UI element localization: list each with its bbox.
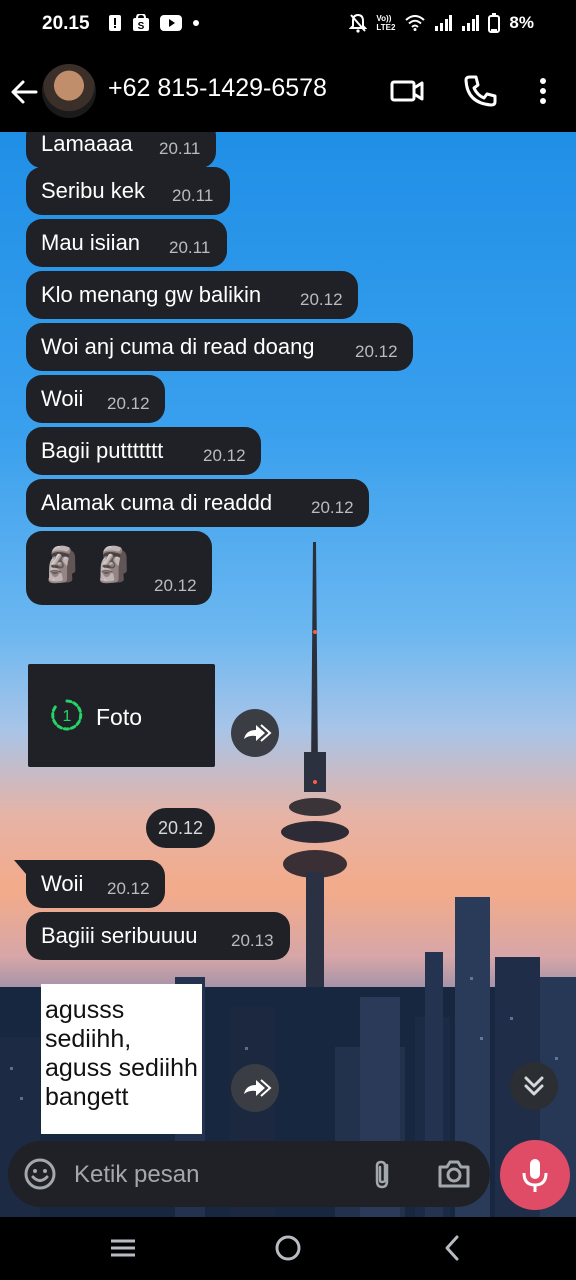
message-time: 20.12 <box>355 342 398 361</box>
voice-message-button[interactable] <box>500 1140 570 1210</box>
message-time: 20.11 <box>172 186 214 205</box>
svg-text:S: S <box>138 21 145 32</box>
message-bubble[interactable]: Bagii puttttttt 20.12 <box>26 427 261 475</box>
battery-icon <box>488 13 501 33</box>
system-nav-bar <box>0 1217 576 1280</box>
message-bubble[interactable]: Lamaaaa 20.11 <box>26 132 216 168</box>
message-text: Seribu kek <box>41 178 145 203</box>
moai-emoji-text: 🗿 🗿 <box>41 546 136 584</box>
view-once-number: 1 <box>63 708 72 725</box>
image-message-text: agusss sediihh, aguss sediihh bangett <box>45 996 198 1111</box>
notification-alert-icon <box>109 15 121 31</box>
message-text: Bagii puttttttt <box>41 438 164 463</box>
scroll-to-bottom-button[interactable] <box>510 1062 558 1110</box>
view-once-photo[interactable]: 1 Foto <box>28 664 215 767</box>
forward-button[interactable] <box>231 1064 279 1112</box>
back-arrow-icon[interactable] <box>8 76 40 108</box>
message-bubble[interactable]: Bagiii seribuuuu 20.13 <box>26 912 290 960</box>
video-call-icon[interactable] <box>388 72 426 110</box>
message-bubble[interactable]: Seribu kek 20.11 <box>26 167 230 215</box>
message-bubble[interactable]: Woi anj cuma di read doang 20.12 <box>26 323 413 371</box>
message-text: Woii <box>41 386 84 411</box>
message-time: 20.12 <box>300 290 343 309</box>
media-label: Foto <box>96 704 143 730</box>
message-text: Klo menang gw balikin <box>41 282 262 307</box>
message-text: Bagiii seribuuuu <box>41 923 198 948</box>
forward-button[interactable] <box>231 709 279 757</box>
wifi-icon <box>405 15 426 31</box>
status-bar: 20.15 S Vo)) LTE2 8% <box>0 0 576 50</box>
youtube-icon <box>160 15 182 31</box>
message-text: Woii <box>41 871 84 896</box>
attach-icon[interactable] <box>366 1157 400 1191</box>
signal-1-icon <box>435 15 453 31</box>
message-time: 20.12 <box>154 576 197 595</box>
contact-name[interactable]: +62 815-1429-6578 <box>108 74 327 103</box>
status-time: 20.15 <box>42 13 90 34</box>
battery-percent: 8% <box>509 13 534 32</box>
signal-2-icon <box>462 15 480 31</box>
message-bubble[interactable]: Klo menang gw balikin 20.12 <box>26 271 358 319</box>
view-once-icon: 1 <box>51 699 83 731</box>
message-bubble[interactable]: 🗿 🗿 20.12 <box>26 531 212 605</box>
camera-icon[interactable] <box>436 1157 472 1191</box>
message-time: 20.11 <box>159 139 201 158</box>
message-bubble[interactable]: Woii 20.12 <box>14 860 165 908</box>
microphone-icon <box>522 1159 548 1192</box>
chat-header: +62 815-1429-6578 <box>0 50 576 132</box>
message-input[interactable]: Ketik pesan <box>74 1161 199 1189</box>
volte-label: Vo)) LTE2 <box>376 14 396 32</box>
forward-icon <box>244 1079 272 1097</box>
contact-avatar[interactable] <box>42 64 96 118</box>
message-time: 20.11 <box>169 238 211 257</box>
message-text: Mau isiian <box>41 230 141 255</box>
emoji-icon[interactable] <box>22 1156 58 1192</box>
forward-icon <box>244 724 272 742</box>
message-time: 20.13 <box>231 931 274 950</box>
message-text: Alamak cuma di readdd <box>41 490 273 515</box>
message-bubble[interactable]: Woii 20.12 <box>26 375 165 423</box>
back-nav-icon[interactable] <box>438 1233 468 1263</box>
more-notifications-dot-icon <box>193 20 199 26</box>
image-message[interactable]: agusss sediihh, aguss sediihh bangett <box>41 984 202 1134</box>
voice-call-icon[interactable] <box>461 72 499 110</box>
message-time: 20.12 <box>107 879 150 898</box>
message-text: Woi anj cuma di read doang <box>41 334 315 359</box>
media-time: 20.12 <box>157 817 204 838</box>
message-time: 20.12 <box>107 394 150 413</box>
double-chevron-down-icon <box>524 1076 544 1096</box>
media-time-pill: 20.12 <box>146 808 215 848</box>
message-time: 20.12 <box>311 498 354 517</box>
shopping-bag-icon: S <box>133 14 149 32</box>
message-text: Lamaaaa <box>41 132 133 156</box>
more-vert-icon[interactable] <box>524 72 562 110</box>
message-bubble[interactable]: Mau isiian 20.11 <box>26 219 227 267</box>
home-icon[interactable] <box>273 1233 303 1263</box>
chat-area[interactable]: Lamaaaa 20.11 Seribu kek 20.11 Mau isiia… <box>0 132 576 1217</box>
mute-bell-icon <box>349 13 368 33</box>
message-time: 20.12 <box>203 446 246 465</box>
bubble-tail <box>14 860 26 874</box>
recent-apps-icon[interactable] <box>108 1233 138 1263</box>
message-composer[interactable]: Ketik pesan <box>8 1141 490 1207</box>
message-bubble[interactable]: Alamak cuma di readdd 20.12 <box>26 479 369 527</box>
